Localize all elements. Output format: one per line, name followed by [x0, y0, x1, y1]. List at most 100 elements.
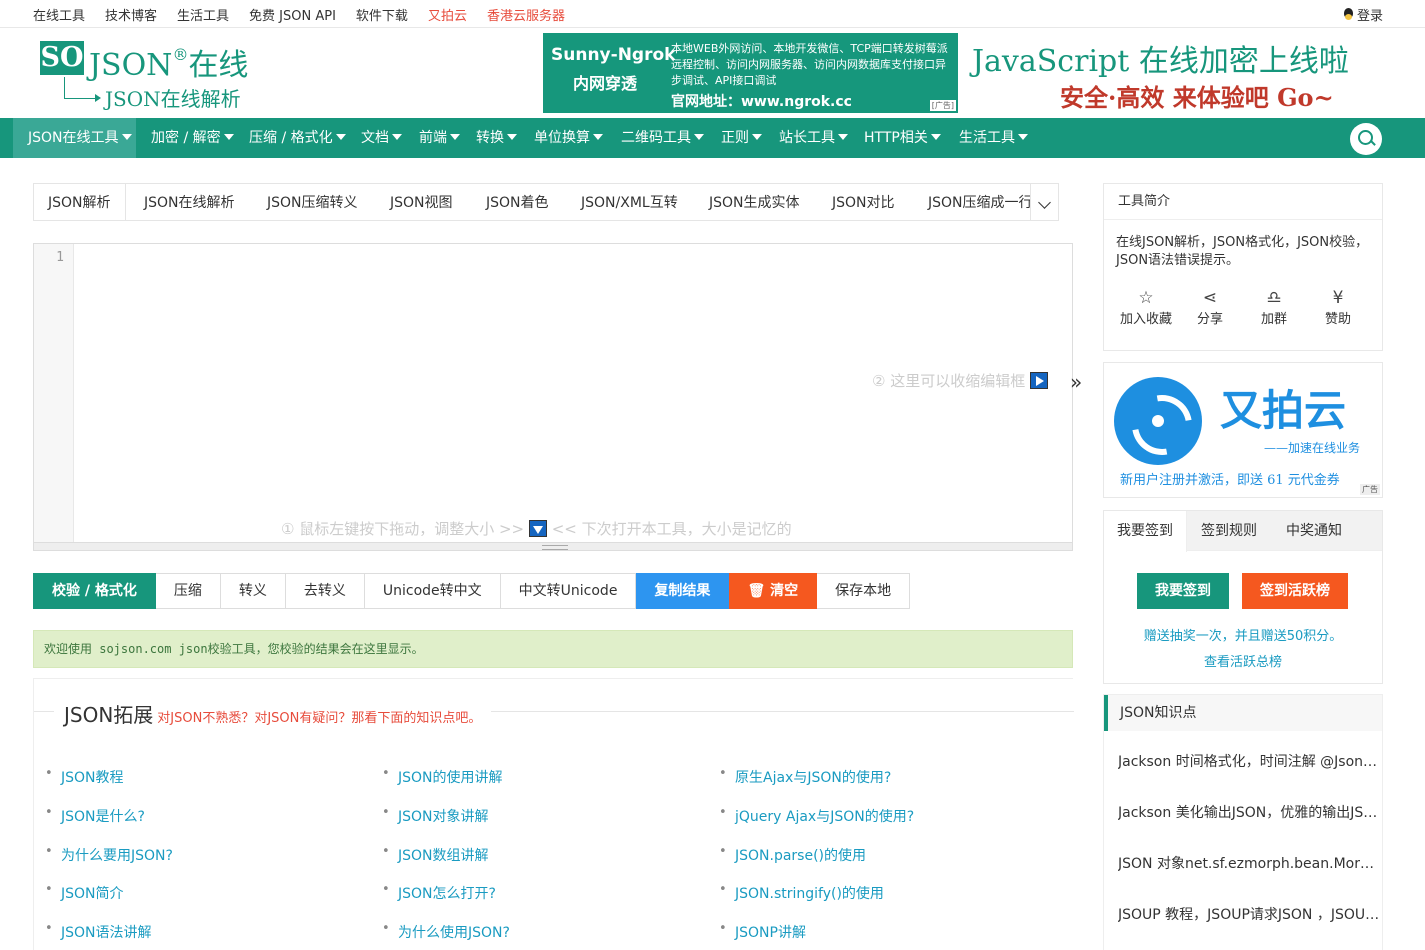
- kp-item[interactable]: JSOUP 教程，JSOUP请求JSON ，JSOUP获取: [1118, 904, 1380, 924]
- nav-docs[interactable]: 文档: [361, 118, 402, 158]
- tab-json-compress-escape[interactable]: JSON压缩转义: [267, 184, 358, 220]
- knowledge-link[interactable]: JSON语法讲解: [45, 921, 151, 942]
- chinese-to-unicode-button[interactable]: 中文转Unicode: [500, 573, 637, 609]
- validate-format-button[interactable]: 校验 / 格式化: [33, 573, 156, 609]
- knowledge-link[interactable]: JSON.stringify()的使用: [719, 882, 884, 903]
- unicode-to-chinese-button[interactable]: Unicode转中文: [364, 573, 501, 609]
- tab-json-xml[interactable]: JSON/XML互转: [581, 184, 678, 220]
- caret-down-icon: [450, 134, 460, 140]
- chevron-down-icon[interactable]: [1030, 184, 1058, 220]
- json-editor[interactable]: 1 ② 这里可以收缩编辑框 » ① 鼠标左键按下拖动，调整大小 >> << 下次…: [33, 243, 1082, 551]
- knowledge-link[interactable]: 原生Ajax与JSON的使用?: [719, 766, 891, 787]
- tool-intro-actions: ☆ 加入收藏 ⋖ 分享 ♎ 加群 ¥ 赞助: [1104, 288, 1384, 338]
- tab-json-color[interactable]: JSON着色: [486, 184, 549, 220]
- tab-prize-notice[interactable]: 中奖通知: [1286, 511, 1342, 551]
- kp-item[interactable]: Jackson 美化输出JSON，优雅的输出JSON数据: [1118, 802, 1380, 822]
- tab-json-one-line[interactable]: JSON压缩成一行: [928, 184, 1033, 220]
- kp-item[interactable]: Jackson 时间格式化，时间注解 @JsonFormat 用法: [1118, 751, 1380, 771]
- kp-item[interactable]: JSON 对象net.sf.ezmorph.bean.MorphDynaBean: [1118, 853, 1380, 873]
- caret-down-icon: [392, 134, 402, 140]
- tool-intro-panel: 工具简介 在线JSON解析，JSON格式化，JSON校验，JSON语法错误提示。…: [1103, 183, 1383, 351]
- nav-encrypt[interactable]: 加密 / 解密: [151, 118, 234, 158]
- top-link-life-tools[interactable]: 生活工具: [177, 5, 229, 24]
- tab-json-compare[interactable]: JSON对比: [832, 184, 895, 220]
- caret-down-icon: [930, 134, 941, 140]
- knowledge-link[interactable]: JSON教程: [45, 766, 123, 787]
- result-message: 欢迎使用 sojson.com json校验工具，您校验的结果会在这里显示。: [33, 630, 1073, 668]
- compress-button[interactable]: 压缩: [155, 573, 221, 609]
- nav-life-tools[interactable]: 生活工具: [959, 118, 1028, 158]
- knowledge-link[interactable]: JSON的使用讲解: [382, 766, 502, 787]
- save-local-button[interactable]: 保存本地: [817, 573, 911, 609]
- copy-result-button[interactable]: 复制结果: [636, 573, 730, 609]
- js-encrypt-ad-banner[interactable]: JavaScript 在线加密上线啦 安全·高效 来体验吧 Go~: [970, 34, 1390, 114]
- knowledge-link[interactable]: JSON怎么打开?: [382, 882, 496, 903]
- top-link-online-tools[interactable]: 在线工具: [33, 5, 85, 24]
- header: SO JSON®在线 JSON在线解析 Sunny-Ngrok 内网穿透 本地W…: [0, 28, 1425, 118]
- js-ad-line1: JavaScript 在线加密上线啦: [972, 44, 1349, 79]
- join-group-button[interactable]: ♎ 加群: [1244, 288, 1304, 327]
- view-rank-link[interactable]: 查看活跃总榜: [1104, 651, 1382, 670]
- share-button[interactable]: ⋖ 分享: [1180, 288, 1240, 327]
- nav-compress-format[interactable]: 压缩 / 格式化: [249, 118, 346, 158]
- tab-sign-rules[interactable]: 签到规则: [1201, 511, 1257, 551]
- upyun-brand: 又拍云: [1220, 386, 1347, 435]
- tab-json-view[interactable]: JSON视图: [390, 184, 453, 220]
- sign-rank-button[interactable]: 签到活跃榜: [1242, 573, 1348, 609]
- login-link[interactable]: 登录: [1342, 5, 1383, 24]
- knowledge-link[interactable]: JSONP讲解: [719, 921, 806, 942]
- nav-unit-convert[interactable]: 单位换算: [534, 118, 603, 158]
- knowledge-link[interactable]: JSON是什么?: [45, 805, 145, 826]
- escape-button[interactable]: 转义: [220, 573, 286, 609]
- resize-handle[interactable]: [34, 542, 1072, 550]
- top-link-upyun[interactable]: 又拍云: [428, 5, 467, 24]
- top-link-software[interactable]: 软件下载: [356, 5, 408, 24]
- search-icon[interactable]: [1350, 123, 1382, 155]
- clear-button[interactable]: 🗑 清空: [729, 573, 818, 609]
- nav-frontend[interactable]: 前端: [419, 118, 460, 158]
- favorite-button[interactable]: ☆ 加入收藏: [1116, 288, 1176, 327]
- collapse-double-chevron-icon[interactable]: »: [1070, 370, 1082, 394]
- nav-convert[interactable]: 转换: [476, 118, 517, 158]
- nav-json-tools[interactable]: JSON在线工具: [13, 118, 136, 158]
- top-link-tech-blog[interactable]: 技术博客: [105, 5, 157, 24]
- sponsor-button[interactable]: ¥ 赞助: [1308, 288, 1368, 327]
- sign-in-button[interactable]: 我要签到: [1137, 573, 1229, 609]
- action-buttons: 校验 / 格式化 压缩 转义 去转义 Unicode转中文 中文转Unicode…: [33, 573, 911, 609]
- tab-sign-in[interactable]: 我要签到: [1104, 511, 1187, 552]
- ngrok-ad-subtitle: 内网穿透: [573, 74, 638, 93]
- knowledge-link[interactable]: 为什么使用JSON?: [382, 921, 510, 942]
- knowledge-link[interactable]: jQuery Ajax与JSON的使用?: [719, 805, 914, 826]
- top-link-json-api[interactable]: 免费 JSON API: [249, 5, 336, 24]
- ngrok-ad-banner[interactable]: Sunny-Ngrok 内网穿透 本地WEB外网访问、本地开发微信、TCP端口转…: [543, 33, 958, 113]
- tab-json-parse[interactable]: JSON解析: [34, 184, 126, 220]
- knowledge-link[interactable]: 为什么要用JSON?: [45, 844, 173, 865]
- knowledge-link[interactable]: JSON.parse()的使用: [719, 844, 866, 865]
- tab-json-entity[interactable]: JSON生成实体: [709, 184, 800, 220]
- upyun-ad-banner[interactable]: 又拍云 ——加速在线业务 新用户注册并激活，即送 61 元代金券 广告: [1103, 362, 1383, 498]
- sign-in-note: 赠送抽奖一次，并且赠送50积分。: [1143, 629, 1343, 644]
- nav-regex[interactable]: 正则: [721, 118, 762, 158]
- top-link-hk-server[interactable]: 香港云服务器: [487, 5, 565, 24]
- knowledge-link[interactable]: JSON对象讲解: [382, 805, 488, 826]
- nav-webmaster[interactable]: 站长工具: [779, 118, 848, 158]
- logo-subtitle: JSON在线解析: [105, 87, 241, 111]
- caret-down-icon: [752, 134, 762, 140]
- play-down-icon[interactable]: [528, 520, 547, 537]
- top-bar: 在线工具 技术博客 生活工具 免费 JSON API 软件下载 又拍云 香港云服…: [0, 0, 1425, 28]
- qq-icon: [1342, 7, 1355, 22]
- nav-http[interactable]: HTTP相关: [864, 118, 941, 158]
- tab-json-online-parse[interactable]: JSON在线解析: [144, 184, 235, 220]
- star-icon: ☆: [1138, 288, 1154, 308]
- ngrok-ad-url: 官网地址：www.ngrok.cc: [671, 94, 852, 110]
- knowledge-link[interactable]: JSON数组讲解: [382, 844, 488, 865]
- unescape-button[interactable]: 去转义: [285, 573, 365, 609]
- tool-intro-desc: 在线JSON解析，JSON格式化，JSON校验，JSON语法错误提示。: [1116, 235, 1369, 268]
- knowledge-link[interactable]: JSON简介: [45, 882, 123, 903]
- play-right-icon[interactable]: [1030, 372, 1048, 389]
- site-logo[interactable]: SO JSON®在线 JSON在线解析: [40, 41, 260, 111]
- json-knowledge-section: JSON拓展对JSON不熟悉？对JSON有疑问？那看下面的知识点吧。 JSON教…: [33, 678, 1074, 950]
- tool-intro-title: 工具简介: [1104, 184, 1382, 220]
- tool-tabs: JSON解析 JSON在线解析 JSON压缩转义 JSON视图 JSON着色 J…: [33, 183, 1059, 221]
- nav-qrcode[interactable]: 二维码工具: [621, 118, 704, 158]
